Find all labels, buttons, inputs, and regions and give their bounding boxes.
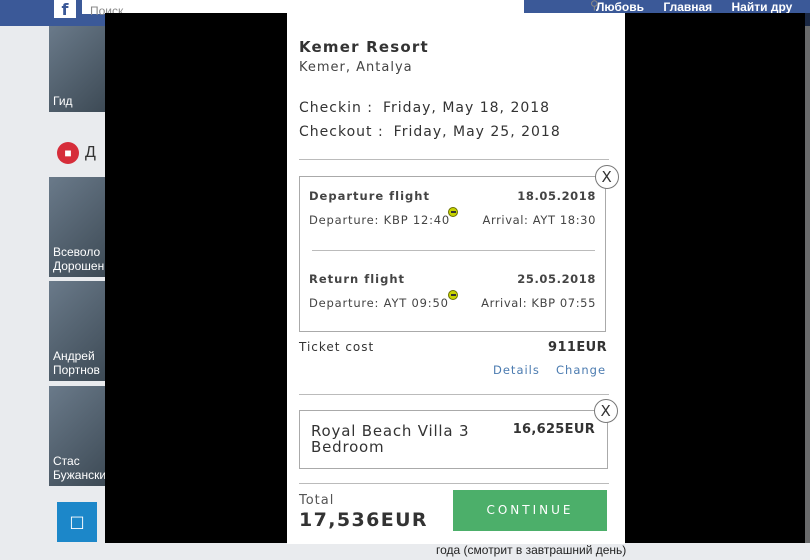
facebook-logo-icon[interactable]: f <box>54 0 76 19</box>
checkin-value: Friday, May 18, 2018 <box>383 100 551 116</box>
suggestion-thumb[interactable]: Всеволо Дорошен <box>49 177 105 277</box>
departure-flight-arrival: Arrival: AYT 18:30 <box>482 213 596 227</box>
continue-button[interactable]: CONTINUE <box>453 490 607 531</box>
divider <box>299 483 609 484</box>
departure-flight-date: 18.05.2018 <box>517 189 596 203</box>
return-flight-date: 25.05.2018 <box>517 272 596 286</box>
return-flight-arrival: Arrival: KBP 07:55 <box>481 296 596 310</box>
departure-flight-title: Departure flight <box>309 189 430 203</box>
room-name: Royal Beach Villa 3 Bedroom <box>311 422 470 456</box>
top-nav: Любовь Главная Найти дру <box>596 0 808 14</box>
checkout-label: Checkout : <box>299 124 384 140</box>
return-flight-departure: Departure: AYT 09:50 <box>309 296 449 310</box>
nav-item-find-friends[interactable]: Найти дру <box>732 0 793 14</box>
flight-divider <box>312 250 595 251</box>
section-title: Д <box>85 144 96 161</box>
section-icon: ■ <box>57 142 79 164</box>
section-header: ■ Д <box>57 142 96 164</box>
divider <box>299 394 609 395</box>
airline-logo-icon <box>448 290 458 300</box>
suggestion-thumb[interactable]: Андрей Портнов <box>49 281 105 381</box>
nav-item-profile[interactable]: Любовь <box>596 0 644 14</box>
change-flight-link[interactable]: Change <box>556 363 606 377</box>
divider <box>299 159 609 160</box>
checkout-row: Checkout : Friday, May 25, 2018 <box>299 124 561 140</box>
footer-text: года (смотрит в завтрашний день) <box>436 543 627 557</box>
app-tile-icon[interactable]: □ <box>57 502 97 542</box>
thumb-caption: Андрей Портнов <box>53 349 100 377</box>
room-summary-box: Royal Beach Villa 3 Bedroom 16,625EUR <box>299 410 608 469</box>
checkin-label: Checkin : <box>299 100 373 116</box>
modal-backdrop-edge <box>805 13 810 543</box>
suggestion-thumb[interactable]: Стас Бужански <box>49 386 107 486</box>
airline-logo-icon <box>448 207 458 217</box>
checkout-value: Friday, May 25, 2018 <box>393 124 561 140</box>
thumb-caption: Стас Бужански <box>53 454 107 482</box>
ticket-cost-value: 911EUR <box>548 340 607 355</box>
total-label: Total <box>299 493 335 508</box>
details-link[interactable]: Details <box>493 363 540 377</box>
hotel-location: Kemer, Antalya <box>299 60 413 75</box>
room-price: 16,625EUR <box>512 422 595 437</box>
remove-room-close-icon[interactable]: X <box>594 399 618 423</box>
thumb-caption: Всеволо Дорошен <box>53 245 105 273</box>
departure-flight-departure: Departure: KBP 12:40 <box>309 213 451 227</box>
hotel-name: Kemer Resort <box>299 38 429 56</box>
booking-summary-modal: Kemer Resort Kemer, Antalya Checkin : Fri… <box>287 13 625 544</box>
ticket-cost-label: Ticket cost <box>299 340 375 354</box>
thumb-caption: Гид <box>53 94 73 108</box>
search-input[interactable]: Поиск ⚲ <box>82 0 599 18</box>
total-value: 17,536EUR <box>299 509 428 531</box>
remove-flight-close-icon[interactable]: X <box>595 165 619 189</box>
nav-item-home[interactable]: Главная <box>663 0 712 14</box>
return-flight-title: Return flight <box>309 272 406 286</box>
suggestion-thumb[interactable]: Гид <box>49 26 105 112</box>
checkin-row: Checkin : Friday, May 18, 2018 <box>299 100 550 116</box>
flight-summary-box: Departure flight 18.05.2018 Departure: K… <box>299 176 606 332</box>
